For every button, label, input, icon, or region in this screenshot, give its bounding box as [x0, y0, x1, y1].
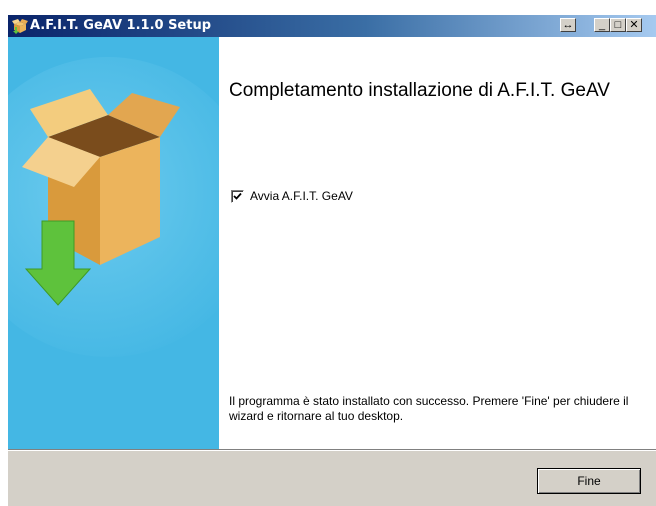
page-title: Completamento installazione di A.F.I.T. … — [229, 80, 610, 101]
window-title: A.F.I.T. GeAV 1.1.0 Setup — [30, 18, 212, 33]
completion-message: Il programma è stato installato con succ… — [229, 394, 629, 423]
wizard-sidebar — [8, 37, 219, 449]
title-bar[interactable]: A.F.I.T. GeAV 1.1.0 Setup ↔ _ □ ✕ — [8, 15, 656, 37]
close-button[interactable]: ✕ — [626, 18, 642, 32]
box-download-icon — [8, 37, 219, 449]
wizard-content: Completamento installazione di A.F.I.T. … — [219, 37, 656, 449]
resize-button[interactable]: ↔ — [560, 18, 576, 32]
minimize-button[interactable]: _ — [594, 18, 610, 32]
launch-app-label: Avvia A.F.I.T. GeAV — [250, 189, 353, 203]
finish-button[interactable]: Fine — [537, 468, 641, 494]
footer-separator — [8, 449, 656, 451]
checkmark-icon — [233, 192, 242, 200]
box-install-icon — [12, 18, 28, 34]
launch-app-checkbox[interactable] — [231, 190, 244, 203]
maximize-button[interactable]: □ — [610, 18, 626, 32]
installer-window: A.F.I.T. GeAV 1.1.0 Setup ↔ _ □ ✕ Comple… — [7, 14, 656, 506]
